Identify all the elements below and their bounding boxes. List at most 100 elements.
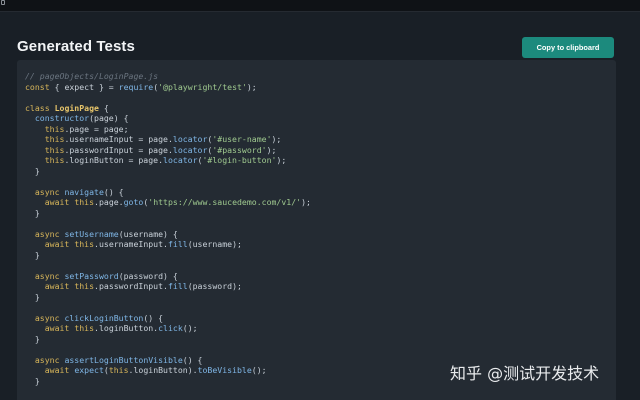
watermark: 知乎 @测试开发技术 (450, 364, 600, 383)
code-token-keyword: const (25, 81, 50, 92)
code-token-func: require (118, 81, 154, 92)
code-token-this: this (74, 281, 95, 291)
code-token-keyword: async (34, 312, 60, 323)
code-line: } (25, 334, 311, 345)
code-token-plain: ); (246, 81, 257, 92)
code-token-func: navigate (64, 186, 104, 197)
code-token-plain: } (25, 291, 40, 302)
code-token-string: '@playwright/test' (158, 81, 247, 92)
code-token-keyword: await (44, 365, 70, 375)
code-token-plain: ); (301, 197, 311, 207)
code-line: this.passwordInput = page.locator('#pass… (25, 145, 311, 156)
code-token-this: this (44, 155, 65, 165)
code-line: await this.loginButton.click(); (25, 323, 311, 334)
code-token-plain: .passwordInput = page. (64, 144, 173, 155)
code-token-func: goto (123, 197, 144, 207)
browser-top-bar (0, 0, 640, 12)
code-token-keyword: await (44, 281, 70, 291)
code-token-plain: .page. (94, 197, 124, 207)
code-line: await this.passwordInput.fill(password); (25, 281, 311, 292)
code-line: this.loginButton = page.locator('#login-… (25, 155, 311, 166)
code-token-func: setPassword (64, 270, 119, 281)
code-token-func: locator (172, 144, 208, 155)
code-token-plain: (username) { (118, 228, 178, 239)
code-token-keyword: async (34, 186, 60, 197)
code-line: constructor(page) { (25, 113, 311, 124)
code-line: class LoginPage { (25, 103, 311, 114)
code-token-plain: } (25, 207, 40, 218)
code-token-func: fill (167, 281, 188, 291)
code-token-keyword: async (34, 228, 60, 239)
code-token-plain: .usernameInput. (94, 239, 168, 249)
code-token-plain: () { (103, 186, 124, 197)
code-token-plain: .loginButton. (94, 323, 159, 333)
code-token-plain: { expect } = (49, 81, 119, 92)
code-line: } (25, 376, 311, 387)
code-token-plain: (password) { (118, 270, 178, 281)
code-token-plain: (); (251, 365, 267, 375)
code-token-this: this (108, 365, 129, 375)
code-token-plain: (page) { (89, 113, 129, 123)
code-token-plain: (username); (187, 239, 242, 249)
code-line: } (25, 250, 311, 261)
code-token-this: this (74, 239, 95, 249)
code-token-plain: } (25, 375, 40, 386)
code-token-plain: (password); (187, 281, 242, 291)
code-token-plain: ); (276, 155, 287, 165)
code-line: } (25, 166, 311, 177)
code-token-func: clickLoginButton (64, 312, 144, 323)
code-token-plain: .loginButton). (128, 365, 198, 375)
code-token-func: click (158, 323, 183, 333)
tab-icon[interactable] (1, 0, 5, 5)
code-line: await this.page.goto('https://www.sauced… (25, 197, 311, 208)
code-token-plain: { (98, 102, 109, 113)
code-token-plain: } (25, 249, 40, 260)
code-panel: // pageObjects/LoginPage.js const { expec… (17, 60, 616, 400)
code-token-string: '#login-button' (202, 155, 277, 165)
code-token-string: 'https://www.saucedemo.com/v1/' (148, 197, 302, 207)
code-token-func: expect (74, 365, 104, 375)
page-title: Generated Tests (17, 38, 135, 55)
code-token-func: assertLoginButtonVisible (64, 354, 183, 365)
code-token-comment: // pageObjects/LoginPage.js (25, 71, 159, 81)
code-token-keyword: await (44, 323, 70, 333)
code-token-plain: } (25, 333, 40, 344)
code-token-plain: () { (143, 312, 164, 323)
code-token-plain: } (25, 165, 40, 176)
code-line: } (25, 292, 311, 303)
code-token-plain: .page = page; (64, 123, 129, 134)
code-token-func: fill (167, 239, 188, 249)
code-line: // pageObjects/LoginPage.js (25, 71, 311, 82)
code-line: } (25, 208, 311, 219)
code-token-this: this (74, 323, 95, 333)
code-token-plain: (); (182, 323, 198, 333)
code-line: async clickLoginButton() { (25, 313, 311, 324)
code-line: await expect(this.loginButton).toBeVisib… (25, 365, 311, 376)
code-line: await this.usernameInput.fill(username); (25, 239, 311, 250)
code-line: async navigate() { (25, 187, 311, 198)
code-token-class: LoginPage (54, 102, 99, 113)
code-token-plain: .passwordInput. (94, 281, 168, 291)
copy-to-clipboard-button[interactable]: Copy to clipboard (522, 37, 614, 58)
code-line: this.usernameInput = page.locator('#user… (25, 134, 311, 145)
code-line: async assertLoginButtonVisible() { (25, 355, 311, 366)
code-token-string: '#user-name' (212, 134, 272, 144)
